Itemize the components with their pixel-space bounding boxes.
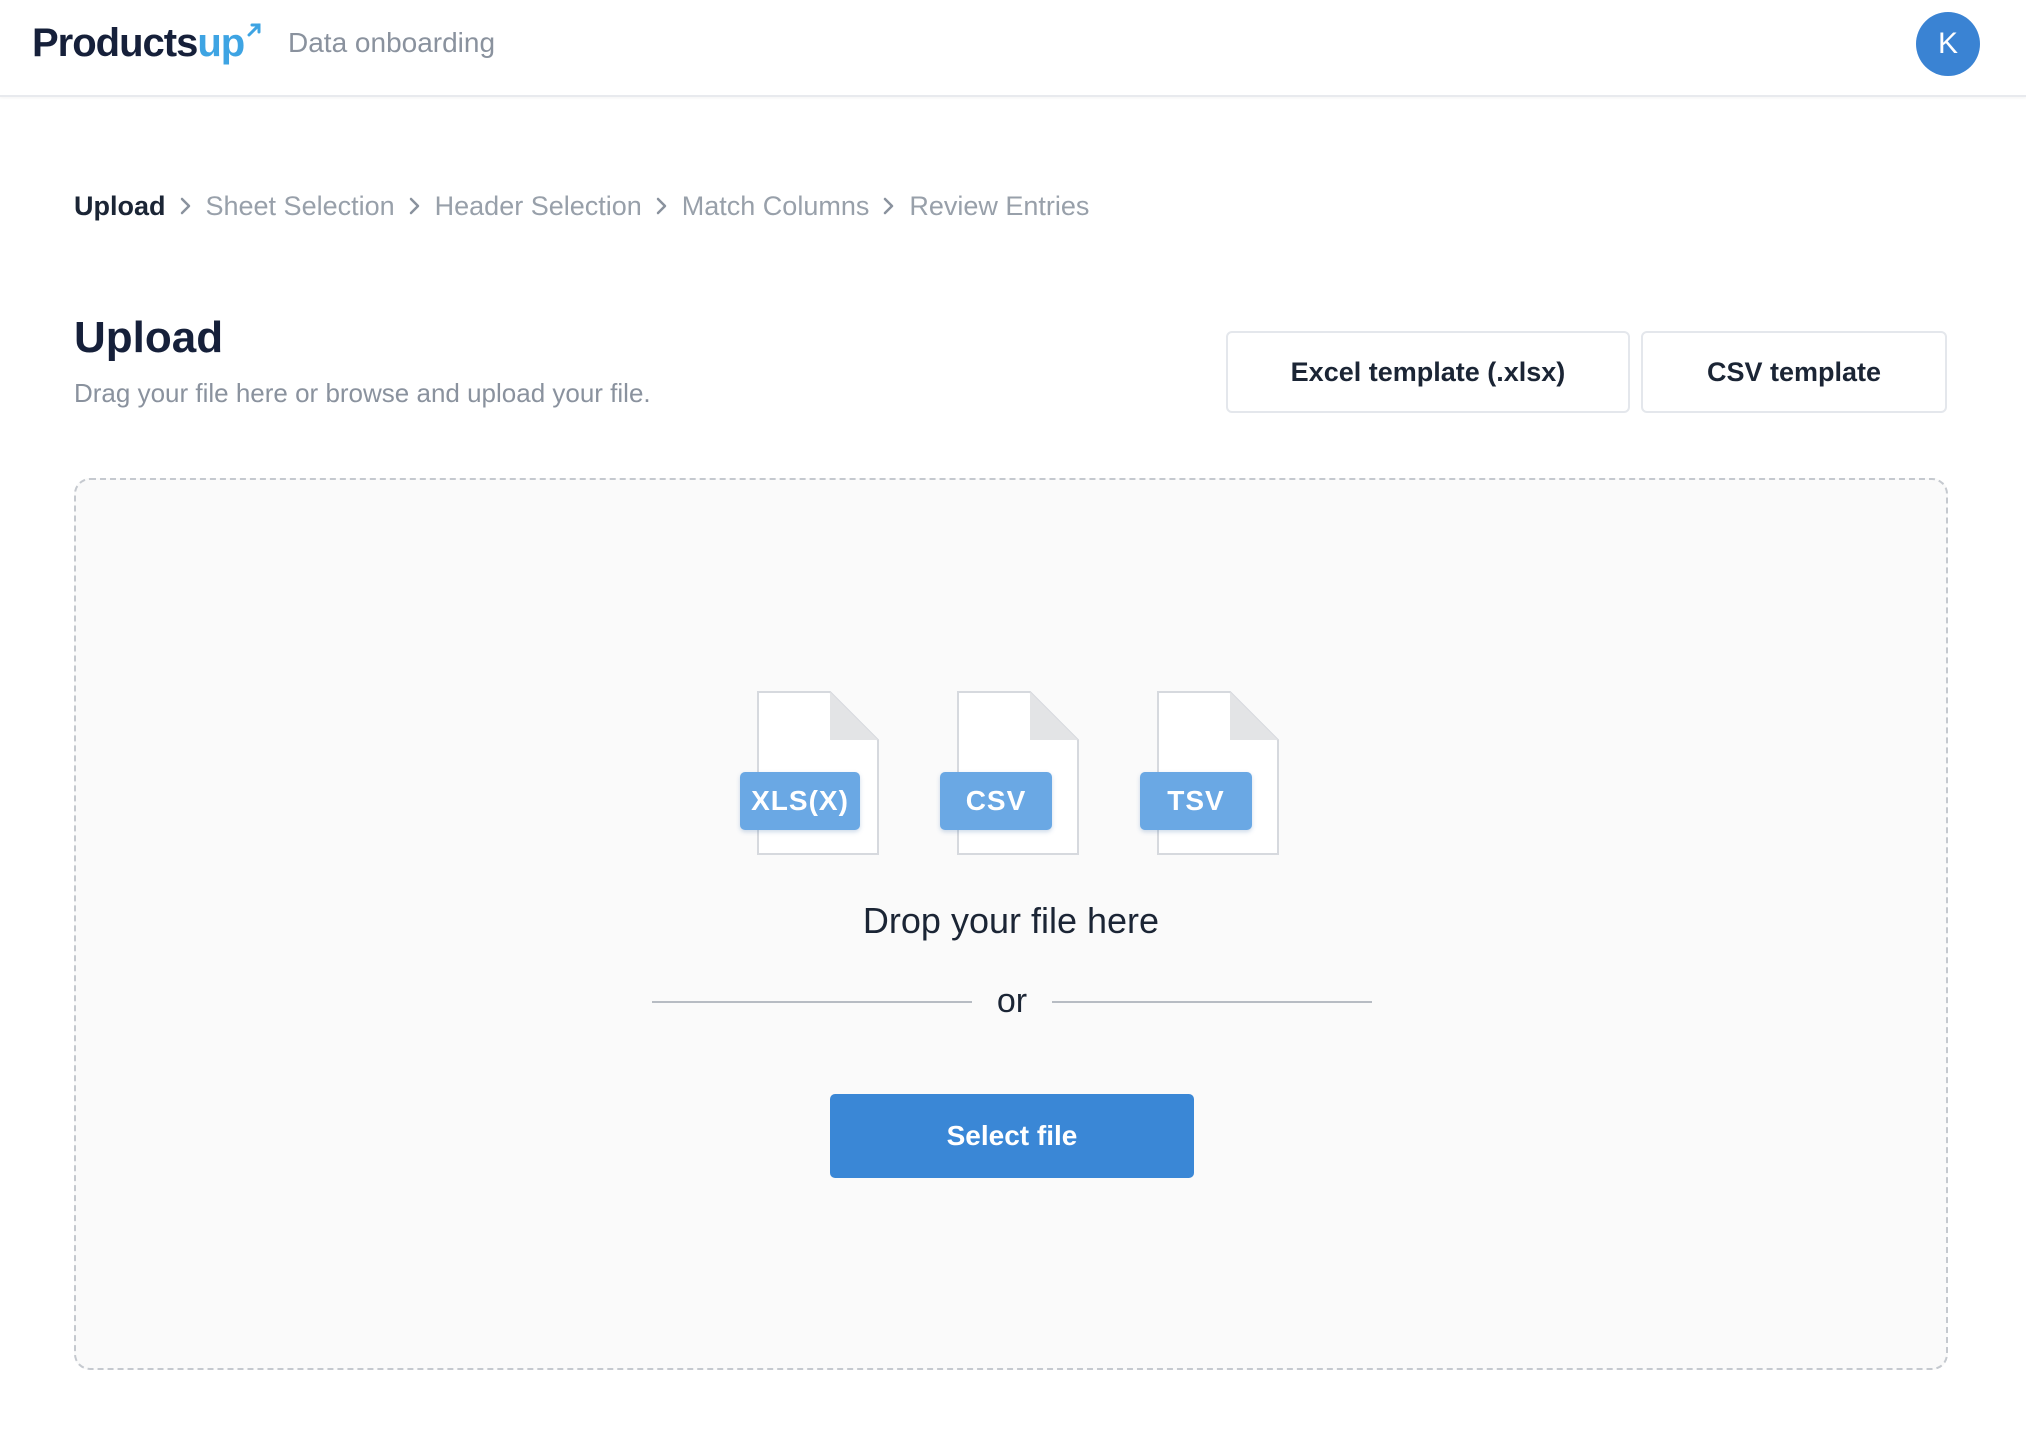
- tsv-file-icon: TSV: [1140, 690, 1280, 856]
- page-subtitle: Drag your file here or browse and upload…: [74, 378, 651, 408]
- breadcrumb-step-review-entries[interactable]: Review Entries: [909, 186, 1089, 226]
- chevron-right-icon: [395, 186, 435, 226]
- select-file-button[interactable]: Select file: [830, 1094, 1194, 1178]
- csv-template-button[interactable]: CSV template: [1641, 331, 1947, 413]
- breadcrumb-step-header-selection[interactable]: Header Selection: [435, 186, 642, 226]
- chevron-right-icon: [642, 186, 682, 226]
- chevron-right-icon: [869, 186, 909, 226]
- breadcrumb-step-upload[interactable]: Upload: [74, 186, 166, 226]
- logo-arrow-icon: [247, 23, 261, 37]
- logo-text-accent: up: [197, 21, 245, 65]
- csv-file-icon: CSV: [940, 690, 1080, 856]
- file-dropzone[interactable]: XLS(X) CSV TSV Drop your file here or Se…: [74, 478, 1948, 1370]
- excel-template-button[interactable]: Excel template (.xlsx): [1226, 331, 1630, 413]
- drop-file-label: Drop your file here: [862, 900, 1160, 941]
- logo-text-main: Products: [32, 21, 198, 65]
- divider-line-left: [652, 1001, 972, 1003]
- user-avatar[interactable]: K: [1916, 12, 1980, 76]
- file-type-tag-csv: CSV: [940, 772, 1052, 830]
- breadcrumb-step-match-columns[interactable]: Match Columns: [682, 186, 870, 226]
- breadcrumb: Upload Sheet Selection Header Selection …: [74, 186, 1089, 226]
- productsup-logo[interactable]: Products up: [32, 18, 262, 68]
- or-divider: or: [652, 978, 1372, 1024]
- file-type-tag-xlsx: XLS(X): [740, 772, 860, 830]
- avatar-initial: K: [1937, 27, 1958, 60]
- or-label: or: [996, 982, 1028, 1020]
- divider-line-right: [1052, 1001, 1372, 1003]
- breadcrumb-step-sheet-selection[interactable]: Sheet Selection: [206, 186, 395, 226]
- chevron-right-icon: [166, 186, 206, 226]
- page-title: Upload: [74, 313, 224, 362]
- xlsx-file-icon: XLS(X): [740, 690, 880, 856]
- app-name: Data onboarding: [288, 27, 496, 58]
- top-bar: Products up Data onboarding K: [0, 0, 2026, 97]
- file-type-tag-tsv: TSV: [1140, 772, 1252, 830]
